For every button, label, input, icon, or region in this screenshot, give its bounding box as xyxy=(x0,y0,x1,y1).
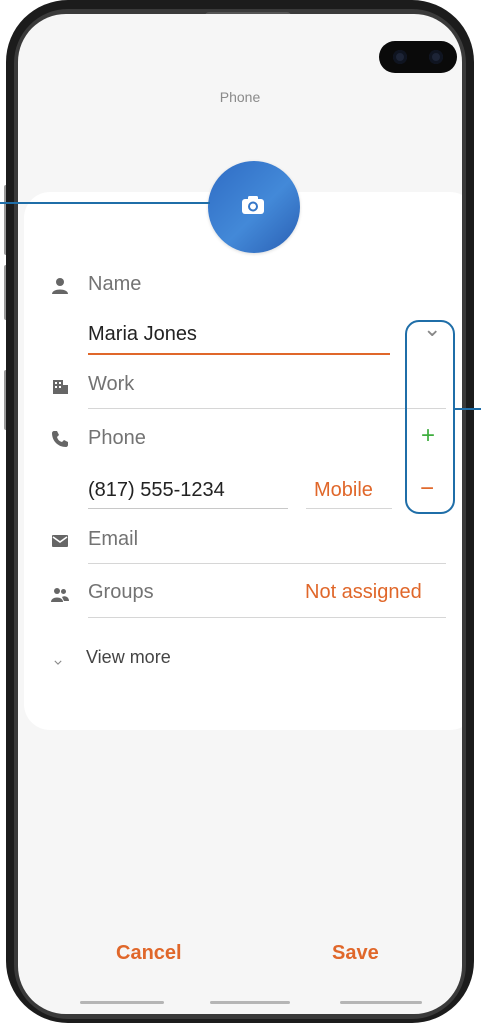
callout-box-controls xyxy=(405,320,455,514)
name-field-underline xyxy=(88,353,390,355)
screen: Phone Name Maria Jones ⌄ Work Phone + (8… xyxy=(18,14,462,1014)
phone-type-underline xyxy=(306,508,392,509)
nav-indicator xyxy=(340,1001,422,1004)
callout-line-controls xyxy=(455,408,481,410)
work-field-underline xyxy=(88,408,446,409)
groups-underline xyxy=(88,617,446,618)
view-more-button[interactable]: View more xyxy=(86,647,171,668)
phone-icon xyxy=(52,431,68,447)
email-field-underline xyxy=(88,563,446,564)
name-label: Name xyxy=(88,273,142,295)
nav-indicator xyxy=(210,1001,290,1004)
cancel-button[interactable]: Cancel xyxy=(116,942,182,965)
add-photo-button[interactable] xyxy=(208,161,300,253)
save-button[interactable]: Save xyxy=(332,942,379,965)
chevron-down-icon xyxy=(54,660,62,665)
callout-line-photo xyxy=(0,202,210,204)
camera-icon xyxy=(242,196,264,214)
mail-icon xyxy=(52,535,68,547)
phone-type-dropdown[interactable]: Mobile xyxy=(314,479,373,502)
phone-number-underline xyxy=(88,508,288,509)
screen-title: Phone xyxy=(219,89,261,105)
name-field[interactable]: Maria Jones xyxy=(88,323,197,346)
front-camera xyxy=(379,41,457,73)
phone-frame: Phone Name Maria Jones ⌄ Work Phone + (8… xyxy=(0,0,481,1023)
person-icon xyxy=(52,278,68,294)
email-field[interactable]: Email xyxy=(88,528,138,551)
building-icon xyxy=(53,380,68,394)
groups-label: Groups xyxy=(88,581,154,603)
work-field[interactable]: Work xyxy=(88,373,134,396)
phone-number-field[interactable]: (817) 555-1234 xyxy=(88,479,225,502)
groups-value[interactable]: Not assigned xyxy=(305,581,422,604)
nav-indicator xyxy=(80,1001,164,1004)
group-icon xyxy=(51,588,69,602)
phone-label: Phone xyxy=(88,427,146,449)
